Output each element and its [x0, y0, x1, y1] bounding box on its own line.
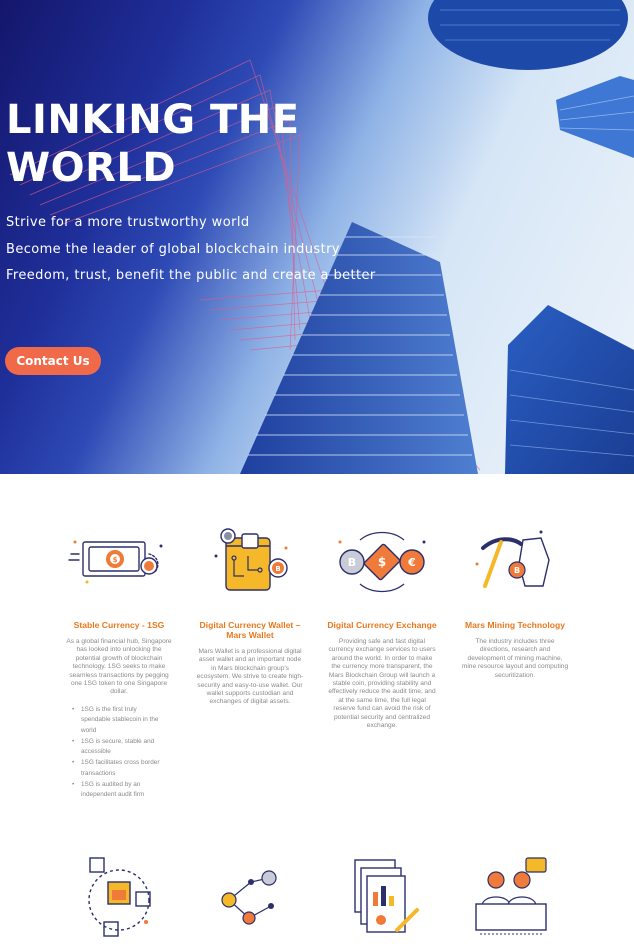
banknote-icon: $	[68, 540, 163, 584]
feature-description: As a global financial hub, Singapore has…	[66, 638, 172, 696]
documents-chart-icon	[354, 859, 419, 933]
hero-tagline-1: Strive for a more trustworthy world	[6, 215, 250, 230]
list-item: 1SG facilitates cross border transaction…	[72, 758, 167, 779]
list-item: 1SG is the first truly spendable stablec…	[72, 705, 167, 737]
hero-banner: LINKING THE WORLD Strive for a more trus…	[0, 0, 634, 474]
hero-tagline-2: Become the leader of global blockchain i…	[6, 242, 340, 257]
svg-text:B: B	[275, 565, 280, 573]
feature-stable-currency: $ Stable Currency - 1SG As a global fina…	[57, 520, 181, 801]
svg-text:$: $	[113, 556, 118, 564]
feature-title: Digital Currency Exchange	[327, 620, 437, 630]
hero-skyscraper-image	[9, 0, 634, 474]
meeting-people-icon	[475, 857, 547, 935]
svg-text:€: €	[407, 556, 416, 569]
wallet-icon: B	[214, 528, 288, 591]
feature-bullet-list: 1SG is the first truly spendable stablec…	[57, 705, 181, 801]
feature-description: The industry includes three directions, …	[461, 638, 569, 679]
hero-tagline-3: Freedom, trust, benefit the public and c…	[6, 268, 376, 283]
feature-description: Mars Wallet is a professional digital as…	[196, 648, 304, 706]
svg-text:$: $	[378, 555, 386, 569]
feature-mining: B Mars Mining Technology The industry in…	[453, 520, 577, 680]
blockchain-cube-icon	[88, 857, 151, 937]
feature-title: Digital Currency Wallet – Mars Wallet	[199, 620, 301, 640]
pickaxe-icon: B	[475, 530, 550, 588]
feature-title: Mars Mining Technology	[464, 620, 566, 630]
feature-exchange: B € $ Digital Currency Exchange Providin…	[320, 520, 444, 730]
svg-text:B: B	[348, 556, 356, 569]
exchange-icon: B € $	[338, 531, 426, 593]
list-item: 1SG is secure, stable and accessible	[72, 737, 167, 758]
svg-text:B: B	[514, 566, 520, 575]
feature-title: Stable Currency - 1SG	[73, 620, 165, 630]
feature-wallet: B Digital Currency Wallet – Mars Wallet …	[188, 520, 312, 707]
network-nodes-icon	[221, 870, 277, 925]
contact-us-button[interactable]: Contact Us	[5, 347, 101, 375]
feature-description: Providing safe and fast digital currency…	[328, 638, 436, 730]
list-item: 1SG is audited by an independent audit f…	[72, 780, 167, 801]
hero-title: LINKING THE WORLD	[6, 97, 300, 191]
